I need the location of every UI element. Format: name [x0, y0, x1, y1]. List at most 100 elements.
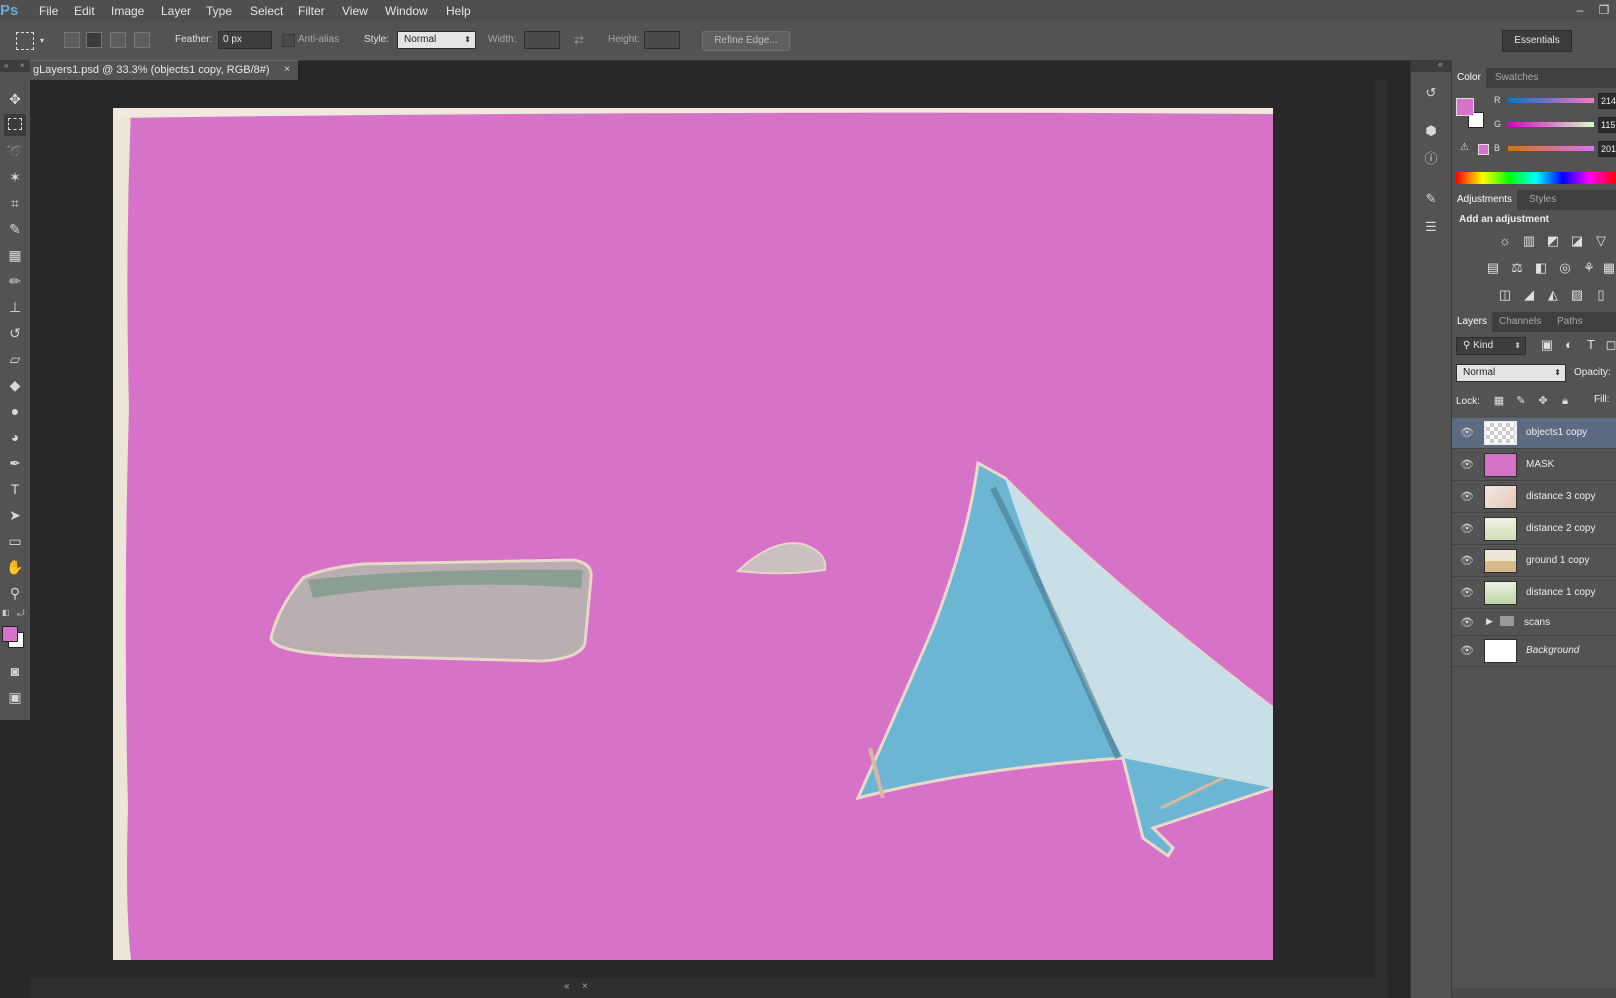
menu-layer[interactable]: Layer — [161, 0, 191, 22]
tab-channels[interactable]: Channels — [1494, 312, 1546, 332]
feather-input[interactable]: 0 px — [218, 31, 272, 49]
tab-layers[interactable]: Layers — [1452, 312, 1493, 332]
filter-adjustment-icon[interactable]: ◐ — [1560, 336, 1578, 354]
levels-icon[interactable]: ▥ — [1520, 232, 1538, 250]
layer-row-distance-1-copy[interactable]: 👁︎ distance 1 copy — [1452, 578, 1616, 609]
dodge-tool-icon[interactable]: ◕ — [4, 426, 26, 448]
brightness-icon[interactable]: ☼ — [1496, 232, 1514, 250]
menu-help[interactable]: Help — [446, 0, 471, 22]
hand-tool-icon[interactable]: ✋ — [4, 556, 26, 578]
menu-window[interactable]: Window — [385, 0, 428, 22]
blur-tool-icon[interactable]: ● — [4, 400, 26, 422]
foreground-color-swatch[interactable] — [1456, 98, 1474, 116]
history-brush-tool-icon[interactable]: ↺ — [4, 322, 26, 344]
add-selection-icon[interactable] — [86, 32, 102, 48]
type-tool-icon[interactable]: T — [4, 478, 26, 500]
lock-all-icon[interactable]: 🔒︎ — [1556, 392, 1574, 410]
layer-row-scans[interactable]: 👁︎ ▶ scans — [1452, 610, 1616, 636]
swap-icon[interactable]: ⇄ — [574, 33, 584, 47]
new-selection-icon[interactable] — [64, 32, 80, 48]
tab-color[interactable]: Color — [1452, 68, 1486, 88]
magic-wand-tool-icon[interactable]: ✶ — [4, 166, 26, 188]
minimize-button[interactable]: – — [1572, 2, 1588, 18]
brush-presets-icon[interactable]: ✎ — [1419, 188, 1443, 210]
workspace-switcher[interactable]: Essentials — [1502, 30, 1572, 52]
color-balance-icon[interactable]: ⚖ — [1508, 259, 1526, 277]
chevron-down-icon[interactable]: ▾ — [40, 36, 44, 45]
filter-pixel-icon[interactable]: ▣ — [1538, 336, 1556, 354]
tab-swatches[interactable]: Swatches — [1490, 68, 1543, 88]
layer-row-distance-3-copy[interactable]: 👁︎ distance 3 copy — [1452, 482, 1616, 513]
menu-type[interactable]: Type — [206, 0, 232, 22]
history-icon[interactable]: ↺ — [1419, 82, 1443, 104]
photo-filter-icon[interactable]: ◎ — [1556, 259, 1574, 277]
blend-mode-select[interactable]: Normal ⬍ — [1456, 364, 1566, 382]
exposure-icon[interactable]: ◪ — [1568, 232, 1586, 250]
height-input[interactable] — [644, 31, 680, 49]
menu-select[interactable]: Select — [250, 0, 283, 22]
collapse-icon[interactable]: « — [564, 981, 570, 992]
layer-row-objects1-copy[interactable]: 👁︎ objects1 copy — [1452, 418, 1616, 449]
quick-mask-icon[interactable]: ◙ — [4, 660, 26, 682]
pen-tool-icon[interactable]: ✒ — [4, 452, 26, 474]
paint-bucket-tool-icon[interactable]: ◆ — [4, 374, 26, 396]
expand-triangle-icon[interactable]: ▶ — [1486, 616, 1493, 627]
posterize-icon[interactable]: ◢ — [1520, 286, 1538, 304]
b-value[interactable]: 201 — [1598, 141, 1616, 157]
default-colors-icon[interactable]: ◧ — [2, 608, 10, 617]
threshold-icon[interactable]: ◭ — [1544, 286, 1562, 304]
marquee-tool-icon[interactable] — [4, 114, 26, 136]
toolbox-header[interactable]: » × — [0, 60, 30, 72]
restore-button[interactable]: ❐ — [1596, 2, 1612, 18]
visibility-eye-icon[interactable]: 👁︎ — [1460, 616, 1474, 629]
color-lookup-icon[interactable]: ▦ — [1600, 259, 1616, 277]
swap-colors-icon[interactable]: ⤾ — [17, 608, 25, 619]
screen-mode-icon[interactable]: ▣ — [4, 686, 26, 708]
r-value[interactable]: 214 — [1598, 93, 1616, 109]
black-white-icon[interactable]: ◧ — [1532, 259, 1550, 277]
filter-kind-select[interactable]: ⚲ Kind ⬍ — [1456, 337, 1526, 355]
subtract-selection-icon[interactable] — [110, 32, 126, 48]
filter-type-icon[interactable]: T — [1582, 336, 1600, 354]
foreground-color-swatch[interactable] — [2, 626, 18, 642]
r-slider[interactable] — [1508, 98, 1594, 103]
layer-row-ground-1-copy[interactable]: 👁︎ ground 1 copy — [1452, 546, 1616, 577]
gamut-swatch[interactable] — [1478, 144, 1489, 155]
visibility-eye-icon[interactable]: 👁︎ — [1460, 554, 1474, 567]
curves-icon[interactable]: ◩ — [1544, 232, 1562, 250]
visibility-eye-icon[interactable]: 👁︎ — [1460, 426, 1474, 439]
crop-tool-icon[interactable]: ⌗ — [4, 192, 26, 214]
antialias-checkbox[interactable] — [282, 34, 295, 47]
menu-image[interactable]: Image — [111, 0, 144, 22]
collapse-icon[interactable]: » — [4, 60, 8, 72]
document-tab[interactable]: gLayers1.psd @ 33.3% (objects1 copy, RGB… — [30, 60, 298, 80]
visibility-eye-icon[interactable]: 👁︎ — [1460, 586, 1474, 599]
move-tool-icon[interactable]: ✥ — [4, 88, 26, 110]
horizontal-scrollbar[interactable]: « × — [30, 978, 1388, 998]
visibility-eye-icon[interactable]: 👁︎ — [1460, 458, 1474, 471]
lock-image-icon[interactable]: ✎ — [1512, 392, 1530, 410]
info-icon[interactable]: ⓘ — [1419, 148, 1443, 170]
intersect-selection-icon[interactable] — [134, 32, 150, 48]
rectangle-tool-icon[interactable]: ▭ — [4, 530, 26, 552]
close-icon[interactable]: × — [20, 60, 25, 72]
tab-adjustments[interactable]: Adjustments — [1452, 190, 1518, 210]
close-icon[interactable]: × — [284, 64, 290, 75]
color-spectrum[interactable] — [1456, 172, 1616, 184]
vibrance-icon[interactable]: ▽ — [1592, 232, 1610, 250]
hue-saturation-icon[interactable]: ▤ — [1484, 259, 1502, 277]
tab-paths[interactable]: Paths — [1552, 312, 1588, 332]
layer-row-background[interactable]: 👁︎ Background — [1452, 636, 1616, 667]
layer-row-mask[interactable]: 👁︎ MASK — [1452, 450, 1616, 481]
tab-styles[interactable]: Styles — [1524, 190, 1561, 210]
3d-icon[interactable]: ⬢ — [1419, 120, 1443, 142]
style-select[interactable]: Normal ⬍ — [397, 31, 476, 49]
width-input[interactable] — [524, 31, 560, 49]
marquee-preset-icon[interactable] — [16, 32, 34, 50]
filter-shape-icon[interactable]: ◻ — [1602, 336, 1616, 354]
visibility-eye-icon[interactable]: 👁︎ — [1460, 644, 1474, 657]
selective-color-icon[interactable]: ▨ — [1568, 286, 1586, 304]
menu-file[interactable]: File — [39, 0, 58, 22]
clone-stamp-tool-icon[interactable]: ⊥ — [4, 296, 26, 318]
layer-row-distance-2-copy[interactable]: 👁︎ distance 2 copy — [1452, 514, 1616, 545]
